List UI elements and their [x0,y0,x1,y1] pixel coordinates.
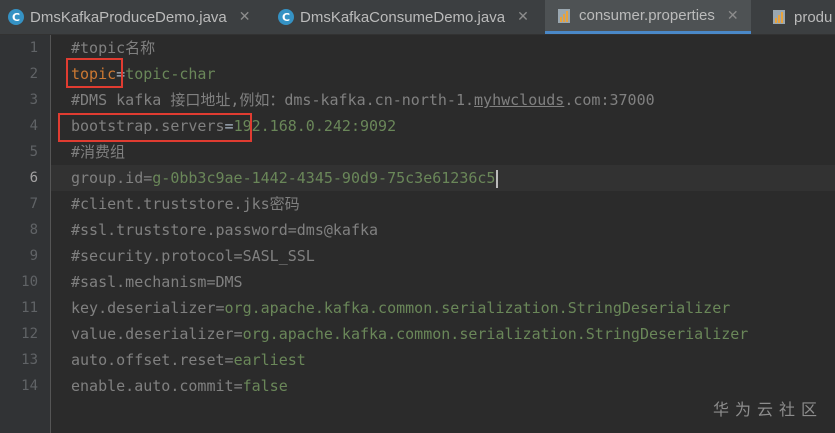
tab-producer-properties[interactable]: produ [772,0,832,34]
property-key: auto.offset.reset [71,351,225,369]
properties-file-icon [558,8,570,23]
property-value: 192.168.0.242:9092 [233,117,397,135]
close-icon[interactable]: ✕ [517,9,529,25]
code-line-12[interactable]: value.deserializer=org.apache.kafka.comm… [51,321,835,347]
line-number: 9 [29,248,38,264]
code-line-2[interactable]: topic=topic-char [51,61,835,87]
line-number: 12 [21,326,38,342]
text-caret [496,169,499,188]
code-line-9[interactable]: #security.protocol=SASL_SSL [51,243,835,269]
properties-file-icon [773,10,785,24]
property-value: g-0bb3c9ae-1442-4345-90d9-75c3e61236c5 [152,169,496,187]
tab-dms-kafka-produce-demo[interactable]: C DmsKafkaProduceDemo.java ✕ [8,0,251,34]
comment: .com:37000 [564,91,655,109]
property-key: group.id [71,169,144,187]
line-number: 2 [29,66,38,82]
property-value: topic-char [125,65,216,83]
tab-dms-kafka-consume-demo[interactable]: C DmsKafkaConsumeDemo.java ✕ [278,0,529,34]
equals-sign: = [233,325,243,343]
tab-label: consumer.properties [579,7,715,24]
comment: #client.truststore.jks密码 [71,195,300,213]
watermark: 华为云社区 [712,400,823,419]
editor-tab-bar: C DmsKafkaProduceDemo.java ✕ C DmsKafkaC… [0,0,835,35]
line-number: 5 [29,144,38,160]
comment-underlined-word: myhwclouds [474,91,565,109]
property-key: enable.auto.commit [71,377,234,395]
code-editor[interactable]: #topic名称 topic=topic-char #DMS kafka 接口地… [51,35,835,433]
comment: #security.protocol=SASL_SSL [71,247,315,265]
line-number: 8 [29,222,38,238]
line-number: 4 [29,118,38,134]
equals-sign: = [233,377,243,395]
code-line-1[interactable]: #topic名称 [51,35,835,61]
line-number: 6 [29,170,38,186]
comment: #ssl.truststore.password=dms@kafka [71,221,379,239]
property-key: value.deserializer [71,325,234,343]
property-value: false [242,377,288,395]
comment: #DMS kafka 接口地址,例如：dms-kafka.cn-north-1. [71,91,475,109]
code-line-8[interactable]: #ssl.truststore.password=dms@kafka [51,217,835,243]
property-key: key.deserializer [71,299,216,317]
property-value: earliest [233,351,306,369]
tab-label: produ [794,8,833,26]
tab-label: DmsKafkaProduceDemo.java [30,8,227,26]
code-line-5[interactable]: #消费组 [51,139,835,165]
line-number: 11 [21,300,38,316]
tab-consumer-properties[interactable]: consumer.properties ✕ [545,0,751,34]
highlight-box-bootstrap-servers [58,113,252,142]
code-line-3[interactable]: #DMS kafka 接口地址,例如：dms-kafka.cn-north-1.… [51,87,835,113]
highlight-box-topic [66,58,123,88]
code-line-10[interactable]: #sasl.mechanism=DMS [51,269,835,295]
code-line-7[interactable]: #client.truststore.jks密码 [51,191,835,217]
java-class-icon: C [8,9,24,25]
line-number: 1 [29,40,38,56]
code-line-6[interactable]: group.id=g-0bb3c9ae-1442-4345-90d9-75c3e… [51,165,835,191]
equals-sign: = [215,299,225,317]
java-class-icon: C [278,9,294,25]
line-number: 14 [21,378,38,394]
line-number: 3 [29,92,38,108]
line-number-gutter: 1 2 3 4 5 6 7 8 9 10 11 12 13 14 [0,35,50,433]
line-number: 10 [21,274,38,290]
property-value: org.apache.kafka.common.serialization.St… [224,299,731,317]
property-value: org.apache.kafka.common.serialization.St… [242,325,749,343]
code-line-11[interactable]: key.deserializer=org.apache.kafka.common… [51,295,835,321]
code-line-13[interactable]: auto.offset.reset=earliest [51,347,835,373]
comment: #topic名称 [71,39,156,57]
comment: #sasl.mechanism=DMS [71,273,243,291]
comment: #消费组 [71,143,126,161]
equals-sign: = [143,169,153,187]
close-icon[interactable]: ✕ [239,9,251,25]
line-number: 7 [29,196,38,212]
line-number: 13 [21,352,38,368]
equals-sign: = [224,351,234,369]
tab-label: DmsKafkaConsumeDemo.java [300,8,506,26]
close-icon[interactable]: ✕ [727,8,739,24]
